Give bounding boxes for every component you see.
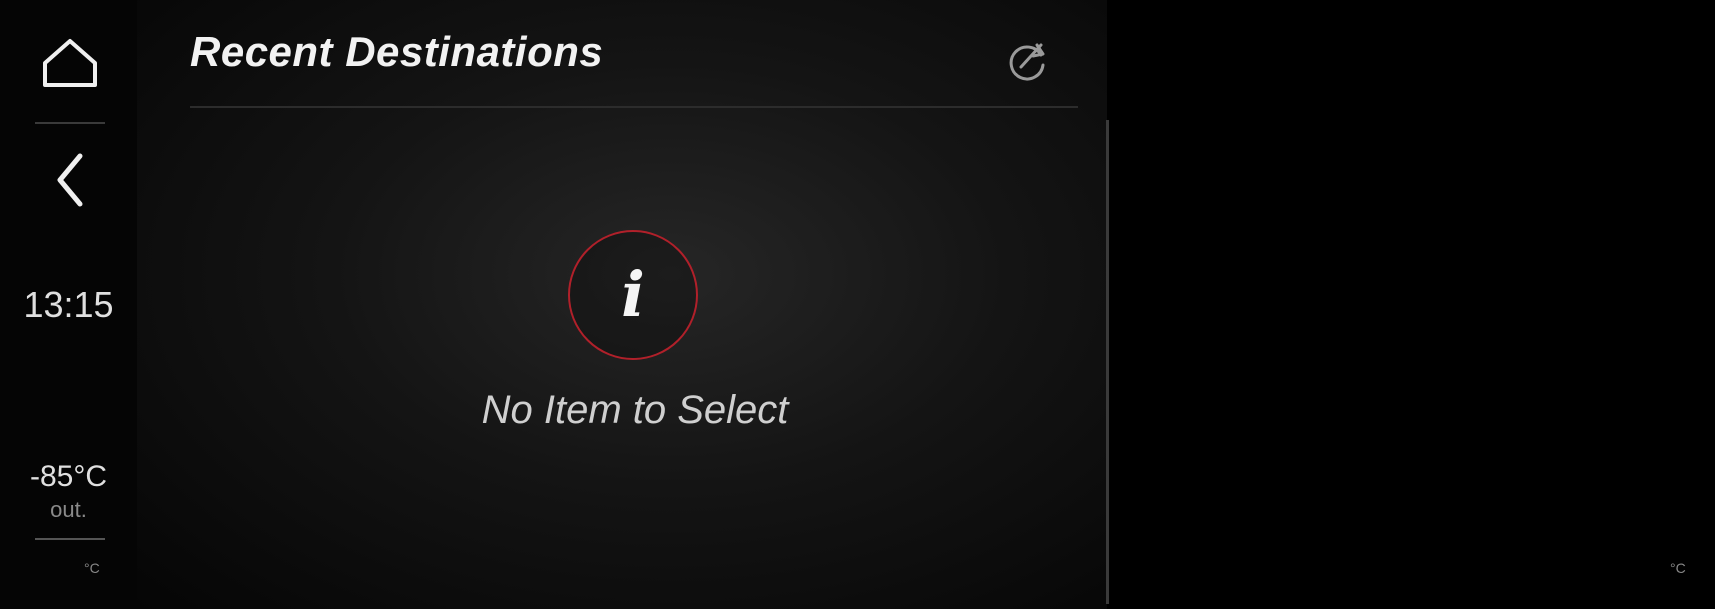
info-indicator: i: [568, 230, 698, 360]
refresh-button[interactable]: [1000, 34, 1054, 88]
temperature-underline: [35, 538, 105, 540]
back-button[interactable]: [20, 135, 120, 225]
home-button[interactable]: [20, 18, 120, 108]
clock: 13:15: [23, 284, 114, 325]
refresh-icon: [1003, 37, 1051, 85]
home-icon: [39, 35, 101, 91]
title-divider: [190, 106, 1078, 108]
outside-temperature-label: out.: [50, 497, 87, 522]
page-title: Recent Destinations: [190, 28, 604, 75]
screen: 13:15 -85°C out. °C Recent Destinations …: [0, 0, 1715, 609]
rail-divider: [35, 122, 105, 124]
info-icon: i: [621, 258, 645, 331]
back-icon: [50, 150, 90, 210]
right-temp-unit: °C: [1670, 560, 1686, 576]
outside-temperature: -85°C: [29, 460, 108, 493]
empty-state-message: No Item to Select: [481, 388, 789, 432]
panel-divider: [1106, 120, 1109, 604]
left-rail: 13:15 -85°C out. °C: [0, 0, 137, 609]
left-temp-unit: °C: [84, 560, 100, 576]
